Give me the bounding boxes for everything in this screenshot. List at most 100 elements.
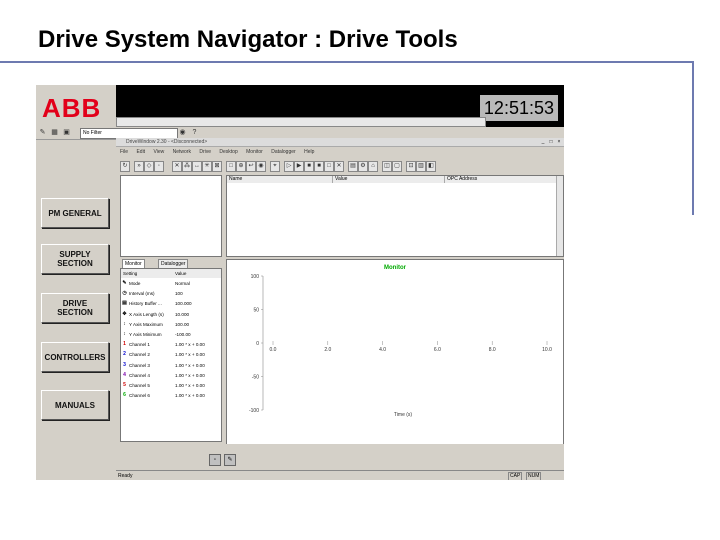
nav-drive-section-button[interactable]: DRIVE SECTION: [41, 293, 109, 323]
forward-icon[interactable]: »: [134, 161, 144, 172]
x-tick-label: 10.0: [542, 347, 552, 353]
tool-icon[interactable]: ◧: [426, 161, 436, 172]
drivewindow-toolbar: ↻ » ◇ ◦ ✕ ⁂ ↔ ✳ ⊠ □ ⊕ ↩ ◉ ⌖ ▷ ▶ ■ ■ □ ✕ …: [116, 158, 564, 174]
setting-value: -100.00: [175, 332, 191, 337]
tool-icon[interactable]: ✕: [334, 161, 344, 172]
drive-tools-screenshot: ABB 12:51:53 ✎ ▦ ▣ No Filter ◉ ? PM GENE…: [36, 85, 564, 480]
chart-title: Monitor: [384, 265, 407, 271]
nav-controllers-button[interactable]: CONTROLLERS: [41, 342, 109, 372]
globe-icon[interactable]: ◉: [178, 128, 187, 137]
menu-bar: File Edit View Network Drive Desktop Mon…: [116, 148, 564, 157]
tool-icon[interactable]: ↩: [246, 161, 256, 172]
tool-icon[interactable]: ⌂: [368, 161, 378, 172]
menu-datalogger[interactable]: Datalogger: [271, 149, 295, 155]
xaxis-icon: ✥: [122, 310, 127, 317]
table-row[interactable]: ↕ Y Axis Maximum 100.00: [121, 320, 221, 329]
nav-pm-general-button[interactable]: PM GENERAL: [41, 198, 109, 228]
tool-icon[interactable]: ⊡: [406, 161, 416, 172]
menu-edit[interactable]: Edit: [136, 149, 145, 155]
maximize-icon[interactable]: □: [548, 139, 554, 145]
setting-name: History Buffer ...: [129, 301, 162, 307]
nav-label: DRIVE SECTION: [57, 299, 93, 317]
pause-icon[interactable]: ■: [304, 161, 314, 172]
y-tick-label: -100: [249, 408, 259, 414]
refresh-icon[interactable]: ↻: [120, 161, 130, 172]
tool-icon[interactable]: ✳: [202, 161, 212, 172]
print-icon[interactable]: ▦: [50, 128, 59, 137]
table-row[interactable]: 3 Channel 3 1.00 * x + 0.00: [121, 361, 221, 370]
nav-supply-section-button[interactable]: SUPPLY SECTION: [41, 244, 109, 274]
y-tick-label: 100: [251, 274, 260, 280]
stop-icon[interactable]: ◦: [154, 161, 164, 172]
nav-label: MANUALS: [55, 400, 95, 410]
menu-network[interactable]: Network: [173, 149, 191, 155]
x-axis-label: Time (s): [394, 412, 412, 418]
monitor-chart[interactable]: Monitor 100 50 0 -50 -100 0.0 2.0 4.0 6.0 8.0 10.0 T…: [226, 259, 564, 446]
tool-icon[interactable]: ◫: [382, 161, 392, 172]
tool-icon[interactable]: ▢: [392, 161, 402, 172]
nav-manuals-button[interactable]: MANUALS: [41, 390, 109, 420]
tool-icon[interactable]: ◇: [144, 161, 154, 172]
tool-icon[interactable]: ▷: [284, 161, 294, 172]
x-tick-label: 8.0: [489, 347, 496, 353]
table-row[interactable]: ✥ X Axis Length (s) 10.000: [121, 310, 221, 319]
column-header-value[interactable]: Value: [333, 176, 445, 183]
ymin-icon: ↕: [123, 331, 126, 337]
tool-icon[interactable]: ⚙: [358, 161, 368, 172]
filter-icon[interactable]: ▣: [62, 128, 71, 137]
tool-icon[interactable]: ⌖: [270, 161, 280, 172]
tool-icon[interactable]: ⊠: [212, 161, 222, 172]
table-row[interactable]: ↕ Y Axis Minimum -100.00: [121, 330, 221, 339]
setting-value: 100.000: [175, 301, 192, 307]
tool-icon[interactable]: ▥: [416, 161, 426, 172]
column-header-opc-address[interactable]: OPC Address: [445, 176, 563, 183]
menu-file[interactable]: File: [120, 149, 128, 155]
setting-value: Normal: [175, 281, 190, 286]
minimize-icon[interactable]: _: [540, 139, 546, 145]
header-setting: Setting: [123, 271, 138, 276]
setting-name: Interval (ms): [129, 291, 155, 297]
column-header-name[interactable]: Name: [227, 176, 333, 183]
menu-desktop[interactable]: Desktop: [219, 149, 237, 155]
tool-icon[interactable]: □: [226, 161, 236, 172]
play-icon[interactable]: ▶: [294, 161, 304, 172]
setting-name: X Axis Length (s): [129, 311, 164, 317]
table-row[interactable]: 5 Channel 5 1.00 * x + 0.00: [121, 381, 221, 390]
table-row[interactable]: 1 Channel 1 1.00 * x + 0.00: [121, 340, 221, 349]
menu-view[interactable]: View: [153, 149, 164, 155]
tool-icon[interactable]: ✕: [172, 161, 182, 172]
pencil-icon[interactable]: ✎: [38, 128, 47, 137]
vertical-scrollbar[interactable]: [556, 176, 563, 256]
left-nav: PM GENERAL SUPPLY SECTION DRIVE SECTION …: [36, 140, 116, 480]
table-row[interactable]: ▤ History Buffer ... 100.000: [121, 299, 221, 308]
tool-icon[interactable]: ↔: [192, 161, 202, 172]
small-tool-button[interactable]: ✎: [224, 454, 236, 466]
table-row[interactable]: ◷ Interval (ms) 100: [121, 289, 221, 298]
tool-icon[interactable]: □: [324, 161, 334, 172]
tool-icon[interactable]: ⁂: [182, 161, 192, 172]
top-scroll-strip[interactable]: [116, 117, 486, 127]
table-row[interactable]: 6 Channel 6 1.00 * x + 0.00: [121, 391, 221, 400]
help-icon[interactable]: ?: [190, 128, 199, 137]
parameter-list-pane[interactable]: Name Value OPC Address: [226, 175, 564, 257]
table-row[interactable]: 2 Channel 2 1.00 * x + 0.00: [121, 350, 221, 359]
table-row[interactable]: 4 Channel 4 1.00 * x + 0.00: [121, 371, 221, 380]
setting-value: 1.00 * x + 0.00: [175, 393, 205, 399]
tool-icon[interactable]: ◉: [256, 161, 266, 172]
tool-icon[interactable]: ■: [314, 161, 324, 172]
monitor-chart-svg: Monitor 100 50 0 -50 -100 0.0 2.0 4.0 6.0 8.0 10.0 T…: [249, 265, 552, 418]
table-row[interactable]: ✎ Mode Normal: [121, 279, 221, 288]
tool-icon[interactable]: ▤: [348, 161, 358, 172]
slide-title: Drive System Navigator : Drive Tools: [38, 26, 458, 53]
x-tick-label: 6.0: [434, 347, 441, 353]
menu-drive[interactable]: Drive: [199, 149, 211, 155]
menu-help[interactable]: Help: [304, 149, 314, 155]
setting-name: Channel 2: [129, 352, 150, 358]
tool-icon[interactable]: ⊕: [236, 161, 246, 172]
y-tick-label: 50: [253, 308, 259, 314]
menu-monitor[interactable]: Monitor: [246, 149, 263, 155]
small-tool-button[interactable]: ▫: [209, 454, 221, 466]
drive-tree-pane[interactable]: [120, 175, 222, 257]
setting-name: Y Axis Maximum: [129, 321, 163, 327]
close-icon[interactable]: ×: [556, 139, 562, 145]
